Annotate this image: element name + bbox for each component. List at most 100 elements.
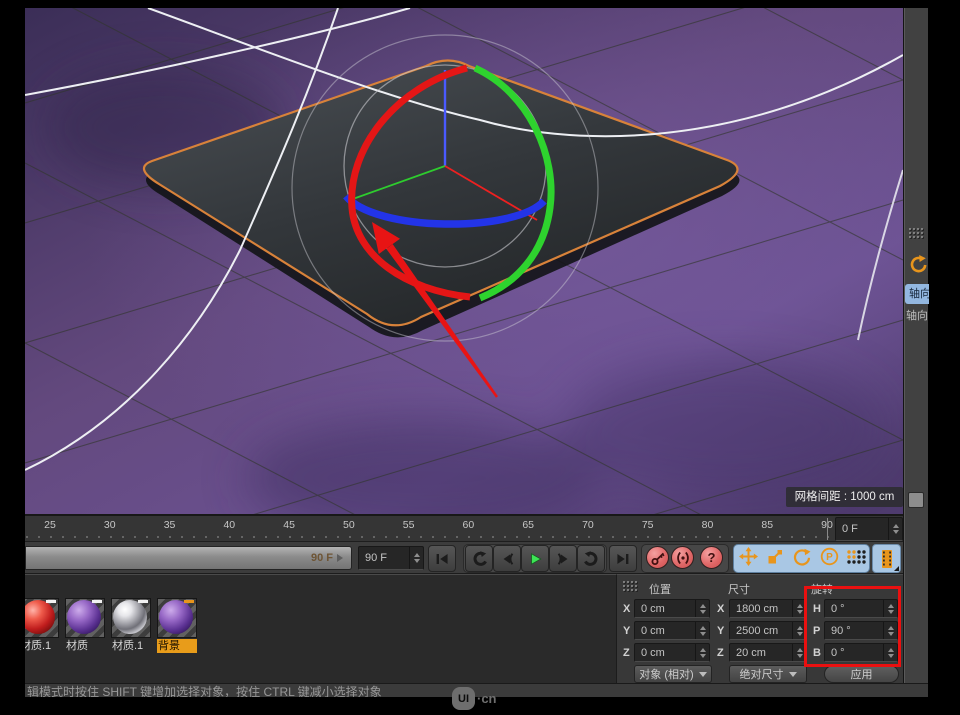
- material-thumbnail[interactable]: [25, 598, 59, 638]
- keyframe-help-button[interactable]: ?: [700, 546, 723, 569]
- material-item[interactable]: 材质: [65, 598, 105, 653]
- axis-label: P: [813, 625, 824, 637]
- ruler-tick: [719, 536, 721, 538]
- rotation-b-field[interactable]: 0 °: [824, 643, 898, 662]
- end-frame-field[interactable]: 0 F: [835, 517, 903, 541]
- ruler-tick: [26, 536, 28, 538]
- ruler-tick: [647, 536, 649, 538]
- ruler-tick: [444, 536, 446, 538]
- size-mode-dropdown[interactable]: 绝对尺寸: [729, 665, 807, 683]
- stepper-icon[interactable]: [883, 600, 897, 617]
- material-thumbnail[interactable]: [65, 598, 105, 638]
- ruler-tick: [277, 536, 279, 538]
- ruler-tick: [420, 536, 422, 538]
- record-rotation-toggle[interactable]: [789, 544, 815, 569]
- material-label: 材质.1: [25, 639, 59, 653]
- current-frame-field[interactable]: 90 F: [358, 546, 424, 570]
- ruler-tick: [540, 536, 542, 538]
- axis-label: X: [623, 603, 634, 615]
- material-item[interactable]: 材质.1: [111, 598, 151, 653]
- watermark-suffix: ·cn: [477, 691, 497, 706]
- material-manager[interactable]: 材质.1材质材质.1背景: [25, 574, 616, 683]
- panel-grip-icon[interactable]: [623, 581, 639, 593]
- stepper-icon[interactable]: [695, 600, 709, 617]
- position-y-field[interactable]: 0 cm: [634, 621, 710, 640]
- stepper-icon[interactable]: [792, 600, 806, 617]
- axis-label: B: [813, 647, 824, 659]
- filmstrip-icon: [878, 549, 896, 569]
- material-usage-marker: [138, 600, 148, 603]
- animation-palette-button[interactable]: [872, 544, 901, 573]
- ruler-tick: [289, 536, 291, 538]
- ruler-tick: [217, 536, 219, 538]
- watermark-logo: UI: [452, 687, 475, 710]
- ruler-tick: [86, 536, 88, 538]
- next-frame-button[interactable]: [549, 545, 577, 572]
- playhead-marker[interactable]: [827, 518, 828, 540]
- apply-button[interactable]: 应用: [824, 665, 899, 683]
- timeline-slider[interactable]: 90 F: [25, 546, 352, 570]
- next-key-button[interactable]: [577, 545, 605, 572]
- axis-label: H: [813, 603, 824, 615]
- size-y-field[interactable]: 2500 cm: [729, 621, 807, 640]
- material-item[interactable]: 材质.1: [25, 598, 59, 653]
- stepper-icon[interactable]: [883, 644, 897, 661]
- rotation-row: B0 °: [813, 643, 898, 662]
- tab-axis[interactable]: 轴向: [905, 284, 929, 304]
- ruler-tick: [743, 536, 745, 538]
- c4d-screenshot: 网格间距 : 1000 cm 轴向 轴向 2530354045505560657…: [0, 0, 960, 715]
- material-sphere-preview: [113, 600, 147, 634]
- stepper-icon[interactable]: [695, 622, 709, 639]
- move-icon: [739, 547, 758, 566]
- stepper-icon[interactable]: [409, 547, 423, 569]
- stepper-icon[interactable]: [792, 644, 806, 661]
- stepper-icon[interactable]: [883, 622, 897, 639]
- ruler-tick: [755, 536, 757, 538]
- grid-spacing-label: 网格间距 : 1000 cm: [786, 487, 903, 507]
- ruler-tick: [241, 536, 243, 538]
- record-scale-toggle[interactable]: [762, 544, 788, 569]
- position-mode-dropdown[interactable]: 对象 (相对): [634, 665, 712, 683]
- ruler-tick: [707, 536, 709, 538]
- position-row: Z0 cm: [623, 643, 710, 662]
- stepper-icon[interactable]: [695, 644, 709, 661]
- material-item[interactable]: 背景: [157, 598, 197, 653]
- panel-grip-icon[interactable]: [909, 228, 925, 240]
- record-parameter-toggle[interactable]: P: [816, 544, 842, 569]
- material-label: 材质: [65, 639, 105, 653]
- ruler-tick: [157, 536, 159, 538]
- material-usage-marker: [184, 600, 194, 603]
- animation-toolbar: 90 F 90 F: [25, 542, 903, 574]
- goto-end-button[interactable]: [609, 545, 637, 572]
- timeline-ruler[interactable]: 2530354045505560657075808590: [25, 514, 903, 542]
- material-sphere-preview: [25, 600, 55, 634]
- record-keyframe-button[interactable]: [646, 546, 669, 569]
- material-thumbnail[interactable]: [111, 598, 151, 638]
- 3d-viewport[interactable]: 网格间距 : 1000 cm: [25, 8, 903, 514]
- previous-key-button[interactable]: [465, 545, 493, 572]
- play-button[interactable]: [521, 545, 549, 572]
- record-pla-toggle[interactable]: [843, 544, 869, 569]
- rotation-h-field[interactable]: 0 °: [824, 599, 898, 618]
- material-usage-marker: [92, 600, 102, 603]
- ruler-tick: [122, 536, 124, 538]
- size-z-field[interactable]: 20 cm: [729, 643, 807, 662]
- ruler-tick: [588, 536, 590, 538]
- previous-frame-button[interactable]: [493, 545, 521, 572]
- stepper-icon[interactable]: [888, 518, 902, 540]
- position-z-field[interactable]: 0 cm: [634, 643, 710, 662]
- ruler-tick: [468, 536, 470, 538]
- size-row: X1800 cm: [717, 599, 807, 618]
- autokey-icon: [675, 550, 691, 566]
- record-position-toggle[interactable]: [735, 544, 761, 569]
- goto-start-button[interactable]: [428, 545, 456, 572]
- panel-icon[interactable]: [908, 492, 924, 508]
- position-x-field[interactable]: 0 cm: [634, 599, 710, 618]
- size-x-field[interactable]: 1800 cm: [729, 599, 807, 618]
- material-thumbnail[interactable]: [157, 598, 197, 638]
- parameter-icon: P: [820, 547, 839, 566]
- rotation-p-field[interactable]: 90 °: [824, 621, 898, 640]
- ruler-frame-label: 55: [403, 519, 415, 531]
- autokeying-button[interactable]: [671, 546, 694, 569]
- stepper-icon[interactable]: [792, 622, 806, 639]
